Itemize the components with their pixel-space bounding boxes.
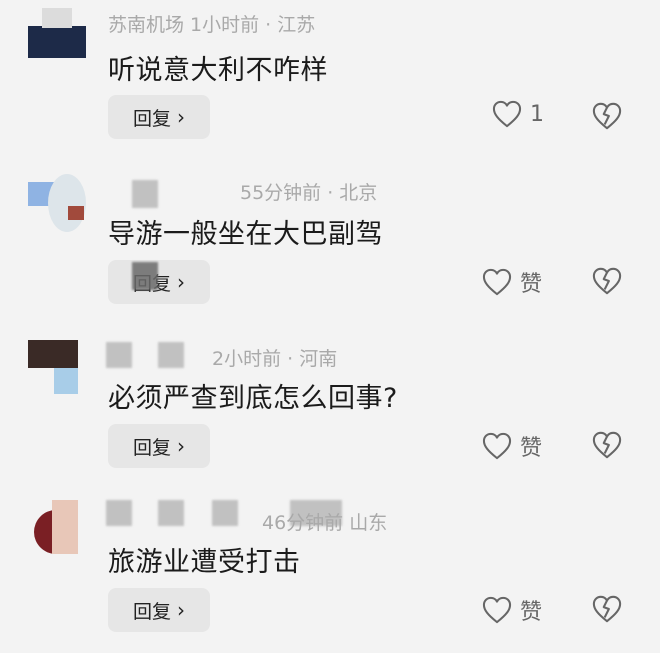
like-button[interactable]: 赞 (482, 594, 542, 626)
reply-label: 回复 (132, 600, 171, 623)
redaction-block (106, 500, 132, 526)
broken-heart-icon (592, 595, 622, 623)
dislike-button[interactable] (592, 594, 622, 624)
avatar[interactable] (28, 500, 86, 554)
redaction-block (158, 500, 184, 526)
like-label: 赞 (520, 600, 543, 625)
chevron-right-icon: › (177, 598, 185, 622)
redaction-block (212, 500, 238, 526)
comment-text: 旅游业遭受打击 (108, 547, 301, 578)
comment-item: 46分钟前 山东 旅游业遭受打击 回复 › 赞 (0, 0, 660, 653)
comment-meta: 46分钟前 山东 (262, 512, 388, 534)
reply-button[interactable]: 回复 › (108, 588, 210, 632)
heart-outline-icon (482, 596, 512, 624)
